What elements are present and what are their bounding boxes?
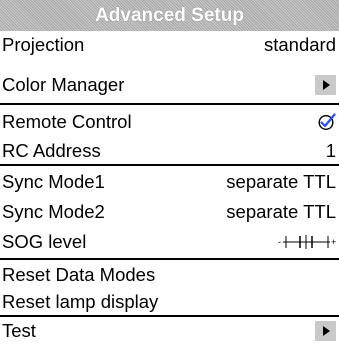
menu-item-rc-address[interactable]: RC Address 1 — [0, 138, 339, 164]
menu-item-value: separate TTL — [226, 201, 336, 222]
menu-item-label: RC Address — [2, 140, 101, 161]
menu-item-sync-mode2[interactable]: Sync Mode2 separate TTL — [0, 199, 339, 225]
separator — [0, 258, 339, 260]
slider-icon[interactable]: - + — [278, 232, 336, 252]
menu-item-label: SOG level — [2, 231, 87, 252]
menu-item-label: Sync Mode2 — [2, 201, 105, 222]
menu-item-sog-level[interactable]: SOG level - + — [0, 229, 339, 255]
menu-item-color-manager[interactable]: Color Manager — [0, 72, 339, 98]
svg-text:+: + — [331, 237, 336, 247]
menu-item-test[interactable]: Test — [0, 318, 339, 344]
separator — [0, 164, 339, 166]
menu-item-value: separate TTL — [226, 171, 336, 192]
menu-title: Advanced Setup — [0, 0, 339, 31]
menu-item-label: Test — [2, 320, 36, 341]
menu-item-label: Reset Data Modes — [2, 264, 156, 285]
menu-item-label: Projection — [2, 34, 85, 55]
svg-text:-: - — [278, 237, 281, 247]
checkbox-checked-icon[interactable] — [317, 112, 336, 131]
separator — [0, 315, 339, 317]
menu-item-value: 1 — [325, 140, 336, 161]
submenu-arrow-icon[interactable] — [315, 75, 336, 95]
menu-item-reset-lamp-display[interactable]: Reset lamp display — [0, 289, 339, 315]
menu-item-label: Sync Mode1 — [2, 171, 105, 192]
menu-item-value: standard — [264, 34, 336, 55]
menu-item-label: Color Manager — [2, 74, 125, 95]
advanced-setup-menu: Advanced Setup Projection standard Color… — [0, 0, 339, 344]
separator — [0, 103, 339, 105]
submenu-arrow-icon[interactable] — [315, 321, 336, 341]
menu-item-remote-control[interactable]: Remote Control — [0, 109, 339, 135]
menu-item-sync-mode1[interactable]: Sync Mode1 separate TTL — [0, 169, 339, 195]
menu-item-reset-data-modes[interactable]: Reset Data Modes — [0, 262, 339, 288]
menu-item-label: Remote Control — [2, 111, 132, 132]
menu-item-projection[interactable]: Projection standard — [0, 32, 339, 58]
menu-item-label: Reset lamp display — [2, 291, 159, 312]
